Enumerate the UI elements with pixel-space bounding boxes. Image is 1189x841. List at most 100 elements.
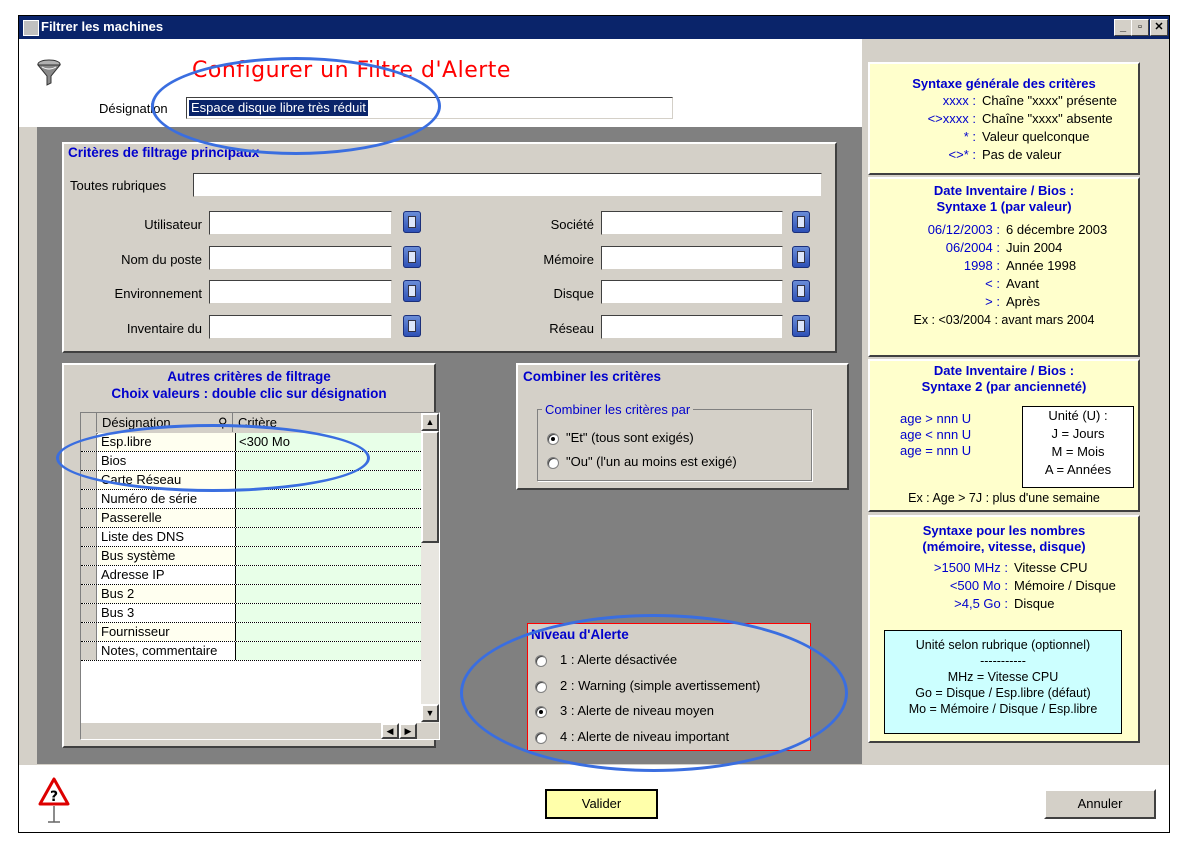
disque-lookup-icon[interactable] [792,280,810,302]
help-row: * : Valeur quelconque [870,128,1138,146]
help-row-text: 6 décembre 2003 [1006,222,1108,237]
help-date-syntax2: Date Inventaire / Bios : Syntaxe 2 (par … [868,359,1140,512]
utilisateur-input[interactable] [209,211,392,235]
table-row[interactable]: Bus 3 [81,604,421,623]
cell-designation[interactable]: Liste des DNS [98,528,236,546]
help-row-text: Juin 2004 [1006,240,1063,255]
row-selector[interactable] [81,642,97,660]
help-row: < : Avant [870,275,1138,293]
combine-group-label: Combiner les critères par [542,402,694,417]
annotation-ellipse-esplibre [56,424,370,492]
help-syntax-general-title: Syntaxe générale des critères [912,76,1096,91]
age-row-gt: age > nnn U [900,411,972,426]
scroll-up-icon[interactable]: ▲ [421,413,439,431]
memoire-input[interactable] [601,246,783,270]
row-selector[interactable] [81,490,97,508]
close-button[interactable]: ✕ [1150,19,1168,36]
horizontal-scrollbar[interactable]: ◀ ▶ [81,723,439,739]
help-row: >1500 MHz : Vitesse CPU [870,559,1138,577]
utilisateur-lookup-icon[interactable] [403,211,421,233]
unit-mois: M = Mois [1051,444,1105,459]
cell-designation[interactable]: Adresse IP [98,566,236,584]
societe-input[interactable] [601,211,783,235]
validate-button[interactable]: Valider [545,789,658,819]
unit-by-field-box: Unité selon rubrique (optionnel) -------… [884,630,1122,734]
memoire-lookup-icon[interactable] [792,246,810,268]
grid-corner [81,413,97,432]
cell-critere[interactable] [236,623,421,641]
table-row[interactable]: Notes, commentaire [81,642,421,661]
reseau-lookup-icon[interactable] [792,315,810,337]
scroll-thumb[interactable] [421,431,439,543]
scroll-left-icon[interactable]: ◀ [381,723,399,739]
help-syntax-general: Syntaxe générale des critères xxxx : Chaî… [868,62,1140,175]
combine-option-et[interactable]: "Et" (tous sont exigés) [566,430,694,445]
table-row[interactable]: Adresse IP [81,566,421,585]
cell-critere[interactable] [236,490,421,508]
row-selector[interactable] [81,585,97,603]
field-label-utilisateur: Utilisateur [144,217,202,232]
combine-radio-ou[interactable] [547,457,559,469]
cell-critere[interactable] [236,585,421,603]
table-row[interactable]: Passerelle [81,509,421,528]
row-selector[interactable] [81,604,97,622]
help-date2-subtitle: Syntaxe 2 (par ancienneté) [921,379,1087,394]
window-title: Filtrer les machines [41,19,164,34]
reseau-input[interactable] [601,315,783,339]
disque-input[interactable] [601,280,783,304]
cell-designation[interactable]: Numéro de série [98,490,236,508]
age-row-lt: age < nnn U [900,427,972,442]
table-row[interactable]: Fournisseur [81,623,421,642]
combine-radio-et[interactable] [547,433,559,445]
cell-critere[interactable] [236,509,421,527]
cell-designation[interactable]: Bus 2 [98,585,236,603]
environnement-lookup-icon[interactable] [403,280,421,302]
nom-poste-input[interactable] [209,246,392,270]
inventaire-input[interactable] [209,315,392,339]
minimize-button[interactable]: _ [1114,19,1132,36]
help-row-text: Chaîne "xxxx" absente [982,111,1113,126]
cell-critere[interactable] [236,604,421,622]
scroll-right-icon[interactable]: ▶ [399,723,417,739]
units-box: Unité (U) : J = Jours M = Mois A = Année… [1022,406,1134,488]
help-row-key: > : [985,294,1000,309]
unit-box-title: Unité selon rubrique (optionnel) [915,638,1091,652]
cell-critere[interactable] [236,528,421,546]
cell-designation[interactable]: Fournisseur [98,623,236,641]
maximize-button[interactable]: ▫ [1131,19,1149,36]
field-label-disque: Disque [553,286,594,301]
help-row: 1998 : Année 1998 [870,257,1138,275]
title-bar[interactable]: Filtrer les machines _ ▫ ✕ [19,16,1169,39]
all-fields-input[interactable] [193,173,822,197]
age-row-eq: age = nnn U [900,443,972,458]
table-row[interactable]: Bus 2 [81,585,421,604]
cell-designation[interactable]: Bus système [98,547,236,565]
help-row-key: * : [963,129,976,144]
societe-lookup-icon[interactable] [792,211,810,233]
row-selector[interactable] [81,547,97,565]
vertical-scrollbar[interactable]: ▲ ▼ [421,413,439,723]
row-selector[interactable] [81,566,97,584]
table-row[interactable]: Bus système [81,547,421,566]
help-row: <>xxxx : Chaîne "xxxx" absente [870,110,1138,128]
row-selector[interactable] [81,623,97,641]
cell-critere[interactable] [236,566,421,584]
cancel-button[interactable]: Annuler [1044,789,1156,819]
cell-designation[interactable]: Notes, commentaire [98,642,236,660]
combine-option-ou[interactable]: "Ou" (l'un au moins est exigé) [566,454,737,469]
table-row[interactable]: Liste des DNS [81,528,421,547]
help-row-text: Année 1998 [1006,258,1077,273]
nom-poste-lookup-icon[interactable] [403,246,421,268]
cell-critere[interactable] [236,642,421,660]
cell-designation[interactable]: Bus 3 [98,604,236,622]
row-selector[interactable] [81,528,97,546]
help-row-text: Valeur quelconque [982,129,1090,144]
scroll-down-icon[interactable]: ▼ [421,704,439,722]
cell-designation[interactable]: Passerelle [98,509,236,527]
environnement-input[interactable] [209,280,392,304]
cell-critere[interactable] [236,547,421,565]
warning-help-icon[interactable]: ? [38,776,70,824]
row-selector[interactable] [81,509,97,527]
table-row[interactable]: Numéro de série [81,490,421,509]
inventaire-lookup-icon[interactable] [403,315,421,337]
